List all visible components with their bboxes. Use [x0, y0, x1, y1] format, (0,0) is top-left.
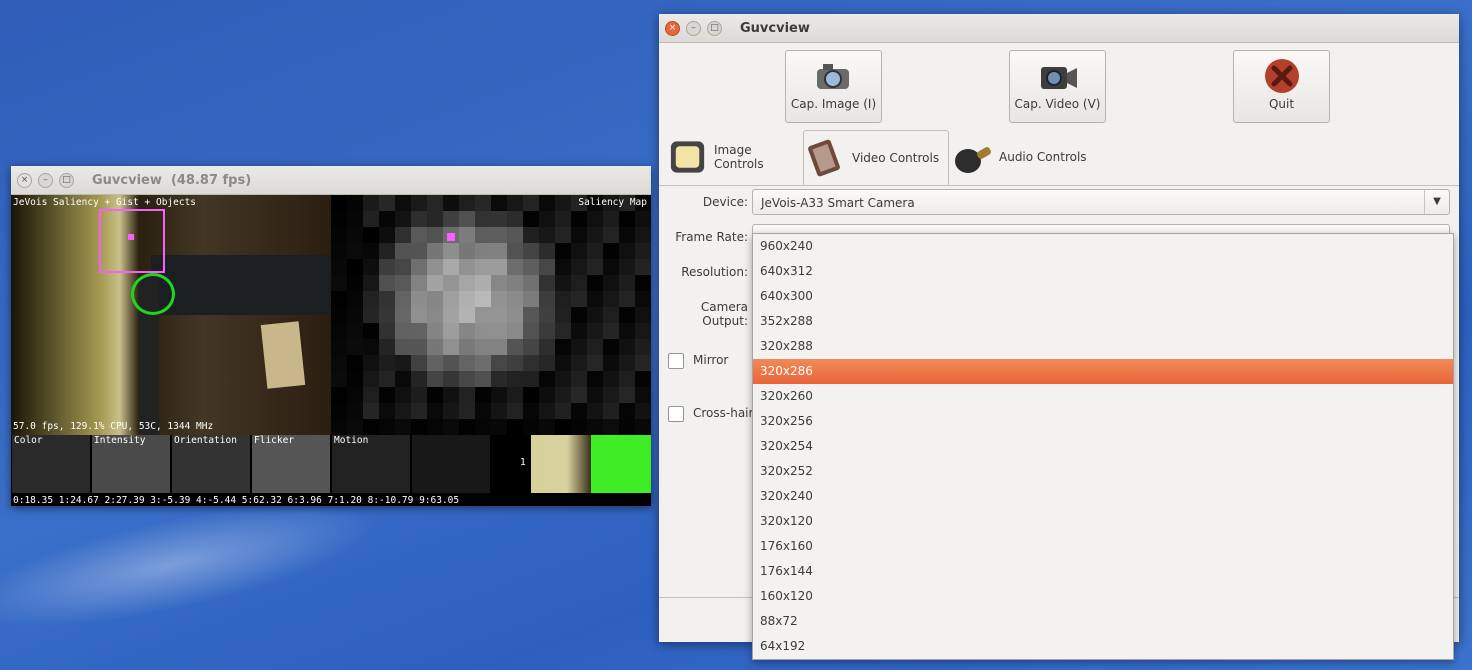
object-crop [531, 435, 591, 493]
camera-output-label: Camera Output: [700, 300, 748, 328]
thumb-orientation: Orientation [172, 435, 250, 493]
tab-video-controls[interactable]: Video Controls [803, 130, 949, 185]
feature-thumbnails: Color Intensity Orientation Flicker Moti… [11, 435, 651, 495]
resolution-label: Resolution: [681, 265, 748, 279]
video-preview: JeVois Saliency + Gist + Objects Salienc… [11, 195, 651, 507]
controls-title: Guvcview [740, 20, 810, 36]
video-camera-icon [1040, 67, 1077, 89]
resolution-option[interactable]: 320x288 [753, 334, 1453, 359]
minimize-icon[interactable]: – [38, 172, 53, 188]
overlay-status: 57.0 fps, 129.1% CPU, 53C, 1344 MHz [13, 421, 214, 432]
preview-title: Guvcview (48.87 fps) [92, 172, 252, 188]
frame-rate-label: Frame Rate: [675, 230, 748, 244]
resolution-option[interactable]: 320x254 [753, 434, 1453, 459]
chevron-down-icon: ▼ [1424, 190, 1449, 214]
tv-icon [670, 141, 705, 173]
crosshair-checkbox[interactable] [668, 406, 684, 422]
thumb-color: Color [12, 435, 90, 493]
microphone-icon [955, 147, 991, 173]
mirror-checkbox[interactable] [668, 353, 684, 369]
resolution-option[interactable]: 176x144 [753, 559, 1453, 584]
gist-values: 0:18.35 1:24.67 2:27.39 3:-5.39 4:-5.44 … [13, 495, 460, 506]
crosshair-label: Cross-hair [693, 406, 754, 420]
tab-image-controls[interactable]: Image Controls [667, 130, 803, 184]
resolution-option[interactable]: 320x286 [753, 359, 1453, 384]
resolution-option[interactable]: 320x256 [753, 409, 1453, 434]
resolution-option[interactable]: 320x240 [753, 484, 1453, 509]
overlay-saliency-label: Saliency Map [578, 197, 647, 208]
object-count: 1 [520, 457, 526, 468]
camera-image [11, 195, 331, 435]
resolution-option[interactable]: 64x192 [753, 634, 1453, 659]
preview-titlebar[interactable]: × – □ Guvcview (48.87 fps) [11, 166, 651, 195]
resolution-option[interactable]: 160x120 [753, 584, 1453, 609]
film-icon [808, 139, 840, 177]
mirror-label: Mirror [693, 353, 729, 367]
camera-icon [816, 64, 849, 89]
device-combo[interactable]: JeVois-A33 Smart Camera ▼ [752, 189, 1450, 215]
quit-button[interactable]: Quit [1233, 50, 1330, 123]
resolution-option[interactable]: 176x160 [753, 534, 1453, 559]
quit-icon [1264, 59, 1299, 93]
maximize-icon[interactable]: □ [59, 172, 74, 188]
resolution-option[interactable]: 320x120 [753, 509, 1453, 534]
thumb-gist [412, 435, 490, 493]
tab-audio-controls[interactable]: Audio Controls [951, 130, 1097, 184]
saliency-map [331, 195, 651, 435]
tracking-ring [131, 273, 175, 315]
device-label: Device: [702, 195, 748, 209]
resolution-option[interactable]: 88x72 [753, 609, 1453, 634]
resolution-option[interactable]: 640x300 [753, 284, 1453, 309]
object-match [591, 435, 651, 493]
thumb-intensity: Intensity [92, 435, 170, 493]
attention-box [99, 209, 165, 273]
resolution-option[interactable]: 320x260 [753, 384, 1453, 409]
close-icon[interactable]: × [17, 172, 32, 188]
resolution-option[interactable]: 320x252 [753, 459, 1453, 484]
maximize-icon[interactable]: □ [707, 20, 722, 36]
preview-window[interactable]: × – □ Guvcview (48.87 fps) JeVois Salien… [11, 166, 651, 506]
close-icon[interactable]: × [665, 20, 680, 36]
tab-panel-border [659, 185, 1459, 186]
resolution-dropdown-list[interactable]: 960x240 640x312 640x300 352x288 320x288 320x2… [752, 233, 1454, 660]
thumb-motion: Motion [332, 435, 410, 493]
resolution-option[interactable]: 352x288 [753, 309, 1453, 334]
resolution-option[interactable]: 640x312 [753, 259, 1453, 284]
overlay-title: JeVois Saliency + Gist + Objects [13, 197, 197, 208]
capture-image-button[interactable]: Cap. Image (I) [785, 50, 882, 123]
capture-video-button[interactable]: Cap. Video (V) [1009, 50, 1106, 123]
thumb-flicker: Flicker [252, 435, 330, 493]
controls-titlebar[interactable]: × – □ Guvcview [659, 14, 1459, 43]
resolution-option[interactable]: 960x240 [753, 234, 1453, 259]
minimize-icon[interactable]: – [686, 20, 701, 36]
